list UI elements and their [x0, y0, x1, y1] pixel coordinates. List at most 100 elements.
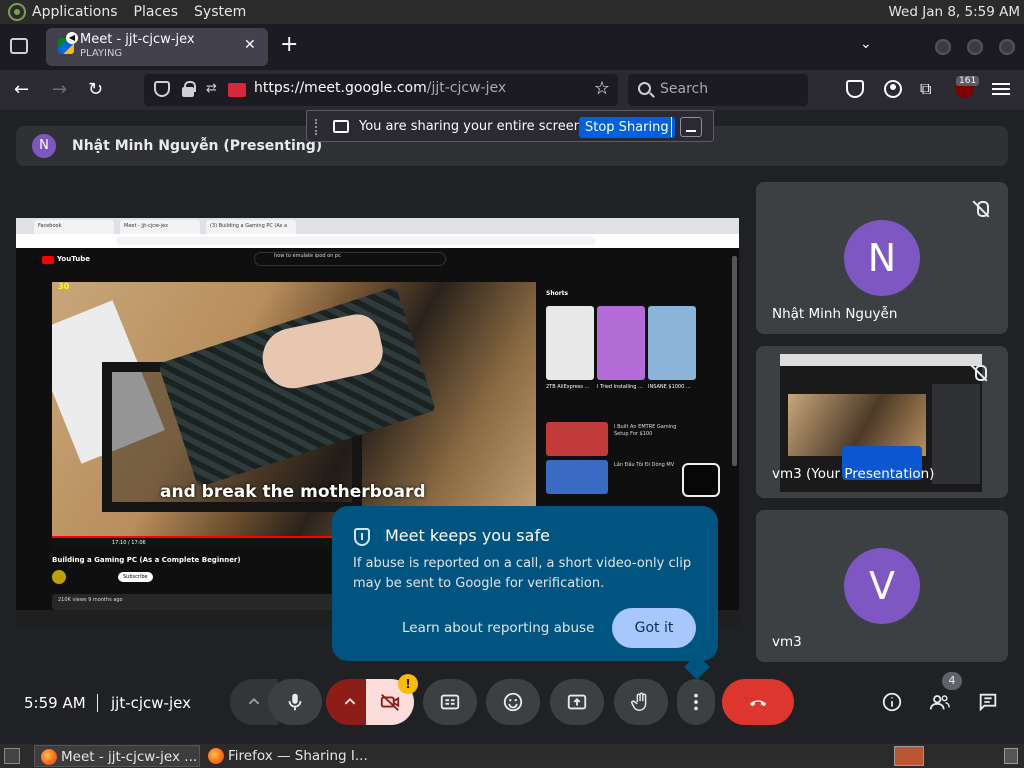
- present-button[interactable]: [550, 679, 604, 725]
- ublock-count-badge: 161: [956, 76, 980, 86]
- thumbnail-browser-bar: [780, 354, 982, 366]
- short-label: 2TB AliExpress ...: [546, 384, 590, 390]
- gnome-logo-icon[interactable]: [8, 3, 26, 21]
- firefox-icon: [208, 748, 224, 764]
- new-tab-icon[interactable]: +: [280, 33, 298, 57]
- shared-browser-tabs: Facebook Meet - jjt-cjcw-jex (3) Buildin…: [16, 218, 739, 234]
- show-desktop-icon[interactable]: [4, 748, 20, 764]
- meeting-code: jjt-cjcw-jex: [111, 694, 191, 712]
- forward-arrow-icon[interactable]: →: [52, 78, 67, 102]
- url-text[interactable]: https://meet.google.com/jjt-cjcw-jex: [254, 80, 506, 96]
- screen-sharing-indicator-icon[interactable]: [228, 83, 246, 97]
- close-window-icon[interactable]: [999, 39, 1015, 55]
- tracking-shield-icon[interactable]: [154, 81, 170, 97]
- more-options-button[interactable]: [677, 679, 715, 725]
- video-title: Building a Gaming PC (As a Complete Begi…: [52, 556, 241, 564]
- url-bar[interactable]: ⇄ https://meet.google.com/jjt-cjcw-jex ☆: [144, 74, 618, 106]
- short-label: INSANE $1000 ...: [648, 384, 691, 390]
- drag-handle[interactable]: [315, 119, 317, 135]
- meet-safety-popup: Meet keeps you safe If abuse is reported…: [332, 506, 718, 661]
- recommended-thumbnail: [546, 422, 608, 456]
- workspace-switcher[interactable]: [894, 746, 924, 766]
- reload-icon[interactable]: ↻: [88, 78, 103, 102]
- got-it-button[interactable]: Got it: [612, 608, 696, 648]
- tab-list-icon[interactable]: [10, 38, 28, 54]
- chat-button[interactable]: [976, 691, 1000, 715]
- speaker-icon[interactable]: ◀: [66, 32, 78, 44]
- short-thumbnail: [648, 306, 696, 380]
- recommended-title: I Built An EMTRE Gaming Setup For $100: [614, 424, 677, 437]
- bookmark-star-icon[interactable]: ☆: [594, 78, 610, 99]
- minimize-window-icon[interactable]: [935, 39, 951, 55]
- extensions-puzzle-icon[interactable]: ⧉: [920, 80, 938, 98]
- short-thumbnail: [546, 306, 594, 380]
- menu-system[interactable]: System: [194, 4, 246, 20]
- camera-off-icon: [380, 694, 400, 711]
- permissions-icon[interactable]: ⇄: [206, 81, 222, 97]
- people-button[interactable]: [928, 691, 952, 715]
- tab-meet[interactable]: ◀ Meet - jjt-cjcw-jex PLAYING ✕: [46, 28, 268, 66]
- presenter-label: Nhật Minh Nguyễn (Presenting): [72, 138, 323, 154]
- meeting-clock: 5:59 AM: [24, 694, 86, 712]
- taskbar-item-label: Meet - jjt-cjcw-jex ...: [61, 749, 198, 765]
- recommended-title: Lần Đầu Tôi Đi Dòng MV: [614, 462, 675, 468]
- participant-tile[interactable]: V vm3: [756, 510, 1008, 662]
- captions-button[interactable]: [423, 679, 477, 725]
- shared-tab: Meet - jjt-cjcw-jex: [120, 220, 200, 234]
- stop-sharing-button[interactable]: Stop Sharing: [579, 117, 675, 138]
- learn-reporting-abuse-link[interactable]: Learn about reporting abuse: [402, 620, 594, 636]
- meet-page: N Nhật Minh Nguyễn (Presenting) You are …: [0, 110, 1024, 742]
- raise-hand-button[interactable]: [614, 679, 668, 725]
- meeting-details-button[interactable]: [880, 691, 904, 715]
- menu-applications[interactable]: Applications: [32, 4, 118, 20]
- taskbar-item-sharing[interactable]: Firefox — Sharing I...: [202, 745, 372, 767]
- browser-tabstrip: ◀ Meet - jjt-cjcw-jex PLAYING ✕ + ⌄: [0, 24, 1024, 70]
- pocket-icon[interactable]: [846, 80, 864, 98]
- lock-icon[interactable]: [180, 81, 196, 97]
- participant-tile-presentation[interactable]: vm3 (Your Presentation): [756, 346, 1008, 498]
- people-icon: [929, 695, 950, 710]
- people-count-badge: 4: [942, 672, 962, 690]
- search-input[interactable]: Search: [628, 74, 808, 106]
- taskbar-item-meet[interactable]: Meet - jjt-cjcw-jex ...: [34, 745, 200, 767]
- hangup-icon: [749, 700, 767, 707]
- short-label: I Tried Installing ...: [597, 384, 643, 390]
- screen-sharing-banner: You are sharing your entire screen. Stop…: [306, 110, 714, 142]
- youtube-video-frame: 30 and break the motherboard: [52, 282, 536, 538]
- hamburger-menu-icon[interactable]: [992, 80, 1010, 98]
- url-path: /jjt-cjcw-jex: [426, 80, 507, 96]
- present-icon: [567, 694, 587, 710]
- presenter-avatar: N: [32, 134, 56, 158]
- chevron-up-icon: [344, 697, 356, 705]
- search-placeholder: Search: [660, 81, 709, 97]
- desktop-clock[interactable]: Wed Jan 8, 5:59 AM: [889, 4, 1021, 20]
- trash-icon[interactable]: [1004, 748, 1018, 764]
- fullscreen-icon: [682, 463, 720, 497]
- microphone-button[interactable]: [268, 679, 322, 725]
- participant-avatar: V: [844, 548, 920, 624]
- leave-call-button[interactable]: [722, 679, 794, 725]
- subscribe-button: Subscribe: [118, 572, 153, 582]
- banner-divider: [671, 117, 672, 137]
- account-icon[interactable]: [884, 80, 902, 98]
- participant-tile[interactable]: N Nhật Minh Nguyễn: [756, 182, 1008, 334]
- taskbar-item-label: Firefox — Sharing I...: [228, 748, 368, 764]
- browser-navbar: ← → ↻ ⇄ https://meet.google.com/jjt-cjcw…: [0, 70, 1024, 110]
- emoji-button[interactable]: [486, 679, 540, 725]
- back-arrow-icon[interactable]: ←: [14, 78, 29, 102]
- maximize-window-icon[interactable]: [967, 39, 983, 55]
- firefox-icon: [41, 749, 57, 765]
- chevron-down-icon[interactable]: ⌄: [860, 36, 872, 52]
- hide-banner-button[interactable]: [680, 117, 702, 137]
- chat-icon: [979, 693, 997, 712]
- mic-off-icon: [968, 362, 990, 384]
- shared-tab: Facebook: [34, 220, 114, 234]
- video-subtitle: and break the motherboard: [160, 482, 426, 502]
- tab-title: Meet - jjt-cjcw-jex: [80, 32, 195, 47]
- menu-places[interactable]: Places: [134, 4, 179, 20]
- youtube-logo-icon: [42, 256, 54, 264]
- youtube-search-query: how to emulate ipod on pc: [274, 253, 341, 259]
- close-tab-icon[interactable]: ✕: [244, 37, 256, 53]
- info-icon: [882, 692, 902, 712]
- gnome-bottom-panel: Meet - jjt-cjcw-jex ... Firefox — Sharin…: [0, 744, 1024, 768]
